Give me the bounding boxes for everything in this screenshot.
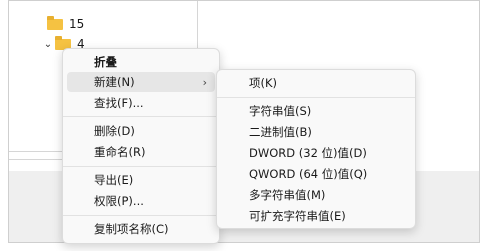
menu-item-export[interactable]: 导出(E) [63,170,219,190]
tree-item-label: 15 [69,17,85,31]
chevron-right-icon: › [202,75,207,89]
menu-separator [63,166,219,167]
menu-item-label: 查找(F)... [94,96,144,110]
submenu-item-string-value[interactable]: 字符串值(S) [217,101,415,121]
menu-item-label: 删除(D) [94,124,135,138]
submenu-item-expandable-string-value[interactable]: 可扩充字符串值(E) [217,206,415,226]
menu-item-label: 复制项名称(C) [94,222,169,236]
submenu-item-binary-value[interactable]: 二进制值(B) [217,122,415,142]
menu-item-find[interactable]: 查找(F)... [63,93,219,113]
menu-item-label: 字符串值(S) [249,104,312,118]
new-submenu: 项(K) 字符串值(S) 二进制值(B) DWORD (32 位)值(D) QW… [216,69,416,229]
menu-item-label: 二进制值(B) [249,125,312,139]
menu-item-delete[interactable]: 删除(D) [63,121,219,141]
menu-item-label: 重命名(R) [94,145,146,159]
menu-item-label: 导出(E) [94,173,134,187]
menu-separator [217,97,415,98]
menu-separator [63,116,219,117]
menu-item-collapse[interactable]: 折叠 [63,52,219,72]
menu-item-label: 权限(P)... [94,194,144,208]
menu-item-label: 多字符串值(M) [249,188,326,202]
menu-item-label: QWORD (64 位)值(Q) [249,167,368,181]
menu-item-label: 折叠 [94,55,117,69]
chevron-down-icon[interactable]: ⌄ [41,39,55,50]
submenu-item-multi-string-value[interactable]: 多字符串值(M) [217,185,415,205]
tree-item-15[interactable]: 15 [47,15,84,33]
submenu-item-qword-value[interactable]: QWORD (64 位)值(Q) [217,164,415,184]
folder-icon [47,15,63,30]
menu-item-copy-key-name[interactable]: 复制项名称(C) [63,219,219,239]
menu-separator [63,215,219,216]
menu-item-label: 新建(N) [94,75,135,89]
menu-item-label: 项(K) [249,76,278,90]
menu-item-label: 可扩充字符串值(E) [249,209,346,223]
submenu-item-dword-value[interactable]: DWORD (32 位)值(D) [217,143,415,163]
menu-item-permissions[interactable]: 权限(P)... [63,191,219,211]
context-menu: 折叠 新建(N) › 查找(F)... 删除(D) 重命名(R) 导出(E) 权… [62,48,220,244]
menu-item-new[interactable]: 新建(N) › [67,72,215,92]
menu-item-label: DWORD (32 位)值(D) [249,146,367,160]
menu-item-rename[interactable]: 重命名(R) [63,142,219,162]
submenu-item-key[interactable]: 项(K) [217,73,415,93]
